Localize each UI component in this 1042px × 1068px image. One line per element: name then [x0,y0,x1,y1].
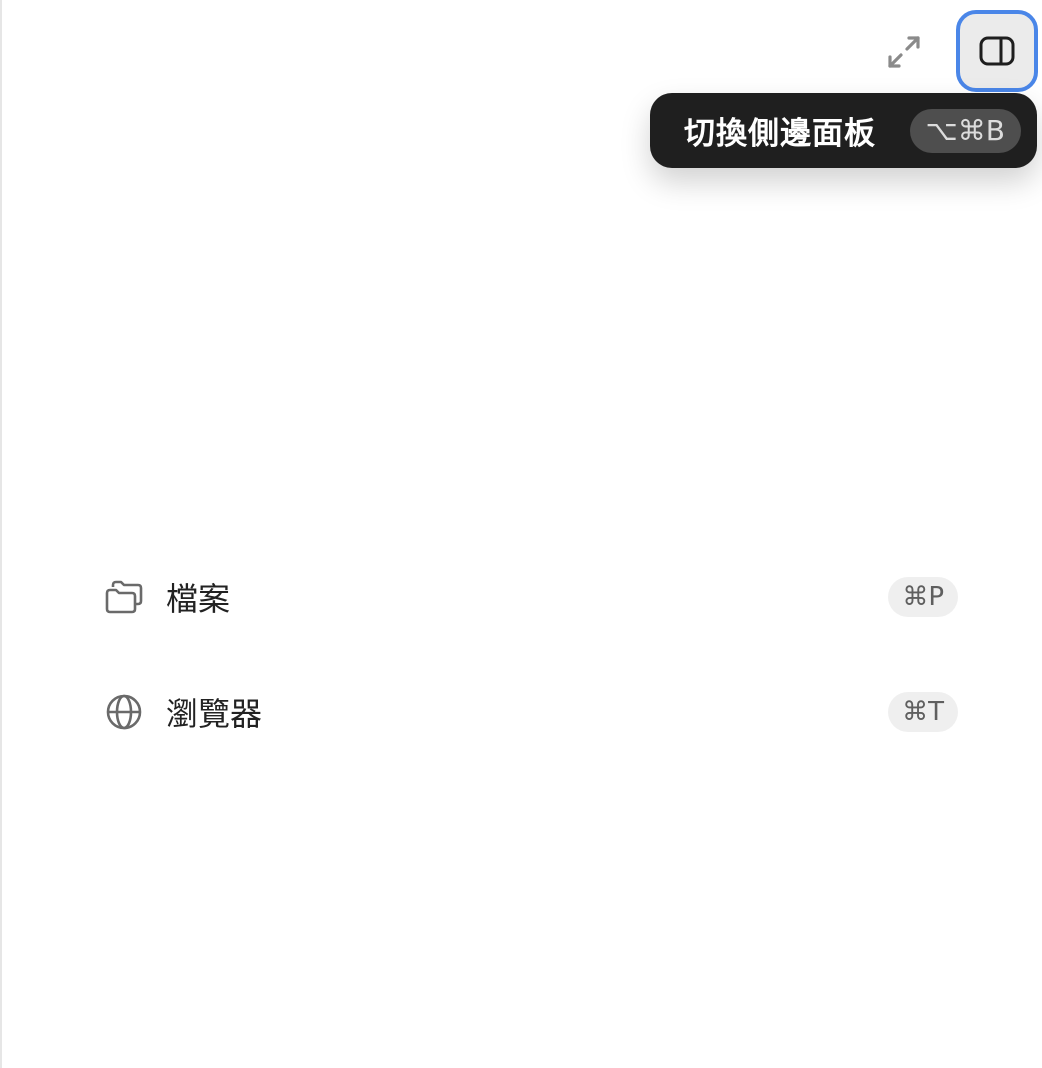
sidebar-panel-icon [979,36,1015,66]
shortcut-badge: ⌘T [888,692,958,732]
folders-icon [102,575,146,619]
tooltip-label: 切換側邊面板 [684,116,876,152]
toggle-sidebar-tooltip: 切換側邊面板 ⌥⌘B [650,93,1037,168]
main-panel: 切換側邊面板 ⌥⌘B 檔案 ⌘P 瀏覽器 ⌘T [0,0,1042,1068]
menu-item-browser[interactable]: 瀏覽器 ⌘T [102,682,958,742]
menu-item-label: 檔案 [166,580,231,618]
expand-button[interactable] [878,26,930,78]
menu-item-label: 瀏覽器 [166,695,263,733]
menu-item-files[interactable]: 檔案 ⌘P [102,567,958,627]
globe-icon [102,690,146,734]
shortcut-badge: ⌘P [888,577,958,617]
tooltip-shortcut-badge: ⌥⌘B [909,108,1021,153]
expand-arrows-icon [888,36,920,68]
toggle-sidebar-button[interactable] [956,10,1038,92]
